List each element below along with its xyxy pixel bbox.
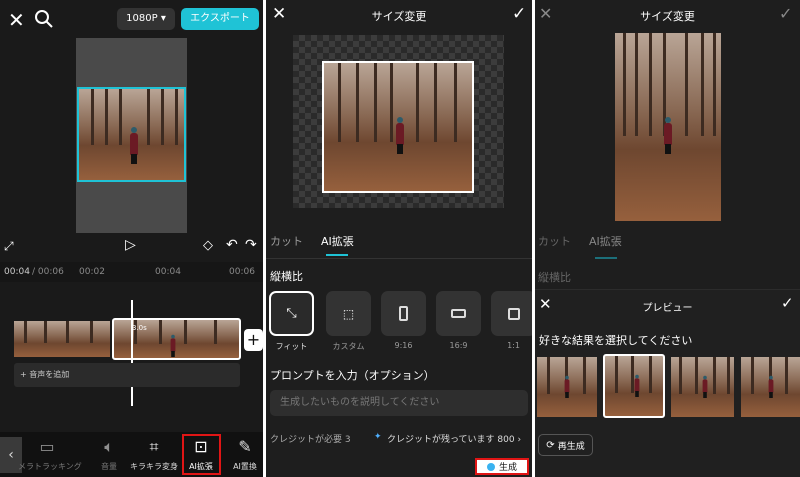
- confirm-icon[interactable]: ✓: [512, 6, 526, 23]
- ruler-tick: 00:06: [229, 267, 255, 277]
- divider: [266, 258, 532, 259]
- regenerate-button[interactable]: ⟳ 再生成: [538, 434, 593, 456]
- panel-title: サイズ変更: [640, 10, 695, 23]
- ratio-label: 16:9: [449, 341, 468, 350]
- ratio-label: フィット: [275, 342, 308, 351]
- ratio-label: 9:16: [394, 341, 413, 350]
- ratio-16-9-button[interactable]: [436, 291, 481, 336]
- landscape-icon: [451, 309, 466, 318]
- editor-panel: ✕ 1080P ▾ エクスポート ⤢ ▷ ◇ ↶ ↷ 00:04 / 00:06…: [0, 0, 263, 477]
- add-clip-button[interactable]: +: [244, 329, 263, 351]
- clip-duration: 3.0s: [132, 324, 147, 332]
- tab-cut[interactable]: カット: [270, 233, 303, 249]
- resolution-dropdown[interactable]: 1080P ▾: [117, 8, 175, 30]
- tool-ai-replace[interactable]: ✎ AI置換: [216, 436, 263, 472]
- result-option-1[interactable]: [537, 357, 597, 417]
- fullscreen-icon[interactable]: ⤢: [4, 240, 14, 252]
- ai-replace-icon: ✎: [238, 437, 252, 456]
- tracking-icon: ▭: [39, 437, 55, 456]
- ratio-label: カスタム: [332, 342, 365, 351]
- square-icon: [507, 307, 520, 320]
- preview-title: プレビュー: [642, 303, 693, 314]
- ratio-9-16-button[interactable]: [381, 291, 426, 336]
- generate-label: 生成: [498, 463, 517, 473]
- redo-icon[interactable]: ↷: [245, 238, 257, 252]
- ruler-tick: 00:02: [79, 267, 105, 277]
- expanded-image: [615, 33, 721, 221]
- tab-indicator: [595, 257, 617, 259]
- ratio-custom-button[interactable]: ⬚: [326, 291, 371, 336]
- result-option-2-selected[interactable]: [603, 354, 665, 418]
- ratio-label: 1:1: [507, 341, 520, 350]
- regenerate-label: 再生成: [557, 441, 585, 452]
- add-audio-track[interactable]: + 音声を追加: [14, 363, 240, 387]
- time-total: / 00:06: [32, 267, 64, 277]
- refresh-icon: ⟳: [546, 439, 555, 451]
- ruler-tick: 00:04: [155, 267, 181, 277]
- choose-result-label: 好きな結果を選択してください: [539, 334, 693, 347]
- playhead[interactable]: [131, 300, 133, 406]
- generate-button[interactable]: 生成: [475, 458, 529, 475]
- ratio-1-1-button[interactable]: [491, 291, 532, 336]
- credits-remaining[interactable]: クレジットが残っています 800 ›: [387, 432, 521, 445]
- source-image[interactable]: [322, 61, 474, 193]
- confirm-preview-icon[interactable]: ✓: [781, 296, 794, 311]
- tool-tracking[interactable]: ▭ メラトラッキング: [18, 436, 82, 472]
- timeline-clip[interactable]: [14, 321, 110, 357]
- ruler: 00:04 / 00:06 00:02 00:04 00:06: [0, 262, 263, 282]
- prompt-input[interactable]: 生成したいものを説明してください: [270, 390, 528, 416]
- play-icon[interactable]: ▷: [125, 238, 136, 252]
- tab-ai-expand[interactable]: AI拡張: [321, 233, 354, 249]
- tab-cut: カット: [538, 235, 571, 248]
- keyframe-icon[interactable]: ◇: [203, 239, 213, 252]
- preview-panel: ✕ サイズ変更 ✓ カット AI拡張 縦横比 ✕ プレビュー ✓ 好きな結果を選…: [535, 0, 800, 477]
- resize-panel: ✕ サイズ変更 ✓ カット AI拡張 縦横比 ⤡ フィット ⬚ カスタム 9:1…: [266, 0, 532, 477]
- undo-icon[interactable]: ↶: [226, 238, 238, 252]
- time-current: 00:04: [4, 267, 30, 277]
- confirm-icon[interactable]: ✓: [779, 6, 792, 22]
- export-button[interactable]: エクスポート: [181, 8, 259, 30]
- prompt-heading: プロンプトを入力（オプション）: [270, 369, 435, 382]
- credits-icon: ✦: [374, 432, 382, 442]
- search-icon[interactable]: [34, 9, 54, 29]
- result-option-4[interactable]: [741, 357, 800, 417]
- custom-icon: ⬚: [342, 306, 355, 321]
- ratio-heading: 縦横比: [538, 271, 571, 284]
- portrait-icon: [399, 306, 408, 321]
- generate-icon: [486, 462, 495, 471]
- tab-indicator: [326, 254, 348, 256]
- fit-icon: ⤡: [286, 306, 297, 321]
- close-icon[interactable]: ✕: [8, 10, 25, 30]
- ratio-heading: 縦横比: [270, 270, 303, 283]
- result-option-3[interactable]: [671, 357, 734, 417]
- credits-required: クレジットが必要 3: [270, 435, 351, 445]
- tab-ai-expand: AI拡張: [589, 235, 622, 248]
- panel-title: サイズ変更: [371, 10, 427, 23]
- video-frame[interactable]: [77, 87, 186, 182]
- ratio-fit-button[interactable]: ⤡: [269, 291, 314, 336]
